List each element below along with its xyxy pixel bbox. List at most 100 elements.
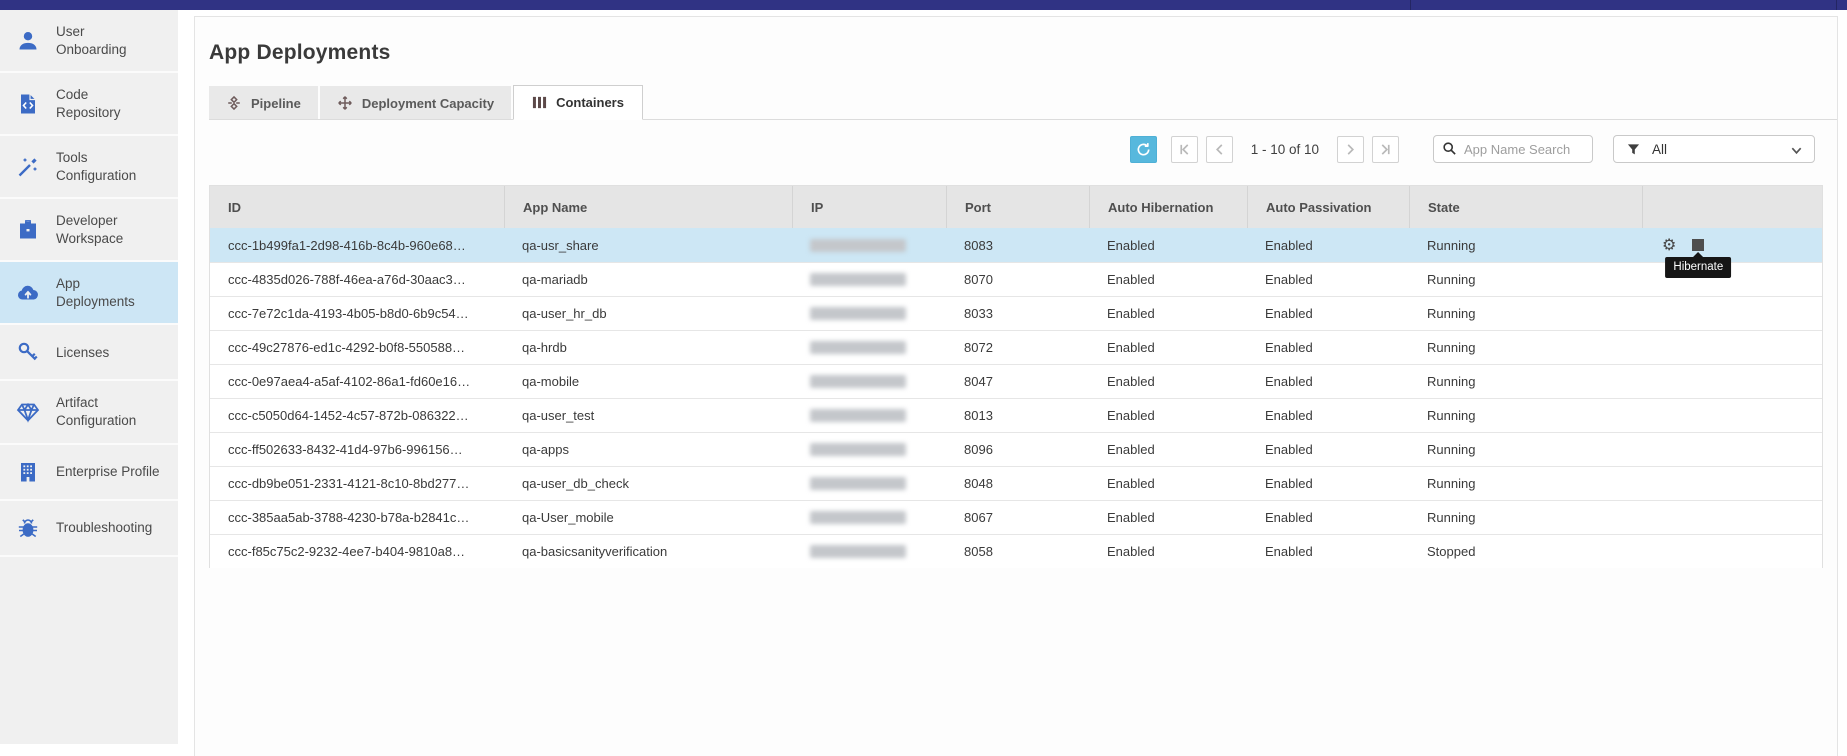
cell-auto-hibernation: Enabled [1089,263,1247,296]
tab-label: Deployment Capacity [362,96,494,111]
sidebar-item-troubleshooting[interactable]: Troubleshooting [0,501,178,557]
table-row[interactable]: ccc-c5050d64-1452-4c57-872b-086322…qa-us… [210,398,1822,432]
table-row[interactable]: ccc-1b499fa1-2d98-416b-8c4b-960e68…qa-us… [210,228,1822,262]
sidebar-item-label: Artifact Configuration [56,394,136,429]
ip-redacted [810,477,906,490]
cell-auto-passivation: Enabled [1247,467,1409,500]
app-name-search [1433,135,1593,163]
first-page-button[interactable] [1171,136,1198,163]
last-page-button[interactable] [1372,136,1399,163]
cell-state: Running [1409,433,1642,466]
tab-pipeline[interactable]: Pipeline [209,86,318,119]
cell-id: ccc-c5050d64-1452-4c57-872b-086322… [210,399,504,432]
cell-actions: ⚙Hibernate [1642,228,1822,262]
cell-auto-passivation: Enabled [1247,535,1409,568]
sidebar-item-artifact-configuration[interactable]: Artifact Configuration [0,381,178,444]
cell-auto-hibernation: Enabled [1089,501,1247,534]
wand-icon [14,153,42,181]
sidebar-item-label: Code Repository [56,86,121,121]
cell-app-name: qa-mariadb [504,263,792,296]
cell-auto-passivation: Enabled [1247,228,1409,262]
cell-auto-hibernation: Enabled [1089,433,1247,466]
ip-redacted [810,375,906,388]
cell-actions [1642,365,1822,398]
cell-state: Running [1409,228,1642,262]
table-row[interactable]: ccc-0e97aea4-a5af-4102-86a1-fd60e16…qa-m… [210,364,1822,398]
sidebar-item-label: Tools Configuration [56,149,136,184]
table-toolbar: 1 - 10 of 10 [195,135,1817,163]
cell-actions [1642,467,1822,500]
ip-redacted [810,341,906,354]
cell-state: Running [1409,263,1642,296]
table-row[interactable]: ccc-f85c75c2-9232-4ee7-b404-9810a8…qa-ba… [210,534,1822,568]
ip-redacted [810,511,906,524]
filter-dropdown[interactable]: All [1613,135,1815,163]
table-row[interactable]: ccc-ff502633-8432-41d4-97b6-996156…qa-ap… [210,432,1822,466]
cell-ip [792,228,946,262]
cell-actions [1642,399,1822,432]
cell-ip [792,433,946,466]
sidebar-item-user-onboarding[interactable]: User Onboarding [0,10,178,73]
column-header-actions [1642,186,1822,228]
pipeline-icon [226,95,242,111]
search-input[interactable] [1433,135,1593,163]
containers-table: IDApp NameIPPortAuto HibernationAuto Pas… [209,185,1823,568]
cell-auto-passivation: Enabled [1247,365,1409,398]
code-file-icon [14,90,42,118]
cell-id: ccc-ff502633-8432-41d4-97b6-996156… [210,433,504,466]
cell-port: 8058 [946,535,1089,568]
hibernate-tooltip: Hibernate [1665,257,1731,278]
table-row[interactable]: ccc-7e72c1da-4193-4b05-b8d0-6b9c54…qa-us… [210,296,1822,330]
cell-ip [792,535,946,568]
cell-state: Running [1409,365,1642,398]
previous-page-button[interactable] [1206,136,1233,163]
filter-selected-value: All [1652,142,1667,157]
cell-ip [792,467,946,500]
cell-auto-passivation: Enabled [1247,331,1409,364]
tab-containers[interactable]: Containers [513,85,643,120]
gear-icon[interactable]: ⚙ [1662,237,1676,253]
sidebar-item-app-deployments[interactable]: App Deployments [0,262,178,325]
table-row[interactable]: ccc-385aa5ab-3788-4230-b78a-b2841c…qa-Us… [210,500,1822,534]
cell-actions [1642,433,1822,466]
cell-state: Stopped [1409,535,1642,568]
pagination: 1 - 10 of 10 [1171,136,1399,163]
cell-id: ccc-0e97aea4-a5af-4102-86a1-fd60e16… [210,365,504,398]
cell-id: ccc-385aa5ab-3788-4230-b78a-b2841c… [210,501,504,534]
sidebar-item-code-repository[interactable]: Code Repository [0,73,178,136]
hibernate-stop-icon[interactable] [1692,239,1704,251]
table-row[interactable]: ccc-4835d026-788f-46ea-a76d-30aac3…qa-ma… [210,262,1822,296]
bug-icon [14,514,42,542]
column-header-state: State [1409,186,1642,228]
cell-auto-passivation: Enabled [1247,263,1409,296]
tab-deployment-capacity[interactable]: Deployment Capacity [320,86,511,119]
cell-port: 8070 [946,263,1089,296]
cell-auto-hibernation: Enabled [1089,297,1247,330]
cell-app-name: qa-apps [504,433,792,466]
sidebar-item-enterprise-profile[interactable]: Enterprise Profile [0,445,178,501]
ip-redacted [810,409,906,422]
sidebar-item-label: Troubleshooting [56,519,152,537]
cell-app-name: qa-User_mobile [504,501,792,534]
sidebar-item-label: Licenses [56,344,109,362]
table-row[interactable]: ccc-49c27876-ed1c-4292-b0f8-550588…qa-hr… [210,330,1822,364]
cell-app-name: qa-hrdb [504,331,792,364]
sidebar-item-tools-configuration[interactable]: Tools Configuration [0,136,178,199]
last-page-icon [1379,143,1392,156]
refresh-button[interactable] [1130,136,1157,163]
table-header-row: IDApp NameIPPortAuto HibernationAuto Pas… [210,186,1822,228]
cell-ip [792,365,946,398]
next-page-button[interactable] [1337,136,1364,163]
ip-redacted [810,273,906,286]
sidebar-item-label: App Deployments [56,275,135,310]
sidebar: User Onboarding Code Repository Tools Conf… [0,10,178,744]
sidebar-item-developer-workspace[interactable]: Developer Workspace [0,199,178,262]
cell-id: ccc-f85c75c2-9232-4ee7-b404-9810a8… [210,535,504,568]
cell-id: ccc-7e72c1da-4193-4b05-b8d0-6b9c54… [210,297,504,330]
column-header-app-name: App Name [504,186,792,228]
cell-port: 8096 [946,433,1089,466]
cell-port: 8083 [946,228,1089,262]
cell-auto-hibernation: Enabled [1089,365,1247,398]
sidebar-item-licenses[interactable]: Licenses [0,325,178,381]
table-row[interactable]: ccc-db9be051-2331-4121-8c10-8bd277…qa-us… [210,466,1822,500]
